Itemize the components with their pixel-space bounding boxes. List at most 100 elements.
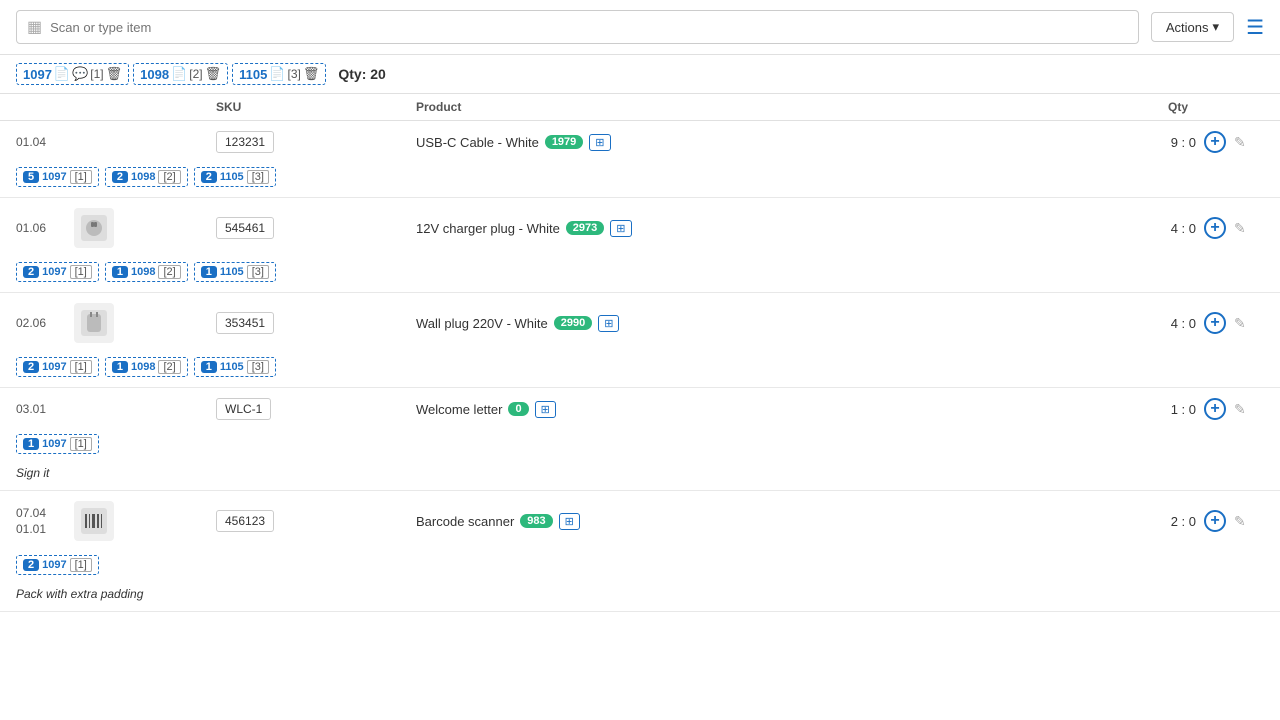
tag-num: 1	[112, 266, 128, 278]
product-edit-button[interactable]: ✎	[1234, 513, 1246, 530]
product-edit-button[interactable]: ✎	[1234, 401, 1246, 418]
product-tag[interactable]: 1 1097 [1]	[16, 434, 99, 454]
header-product: Product	[416, 100, 1084, 114]
product-sku-col: 456123	[216, 510, 416, 532]
product-tag[interactable]: 1 1098 [2]	[105, 357, 188, 377]
order-tab-1098[interactable]: 1098 📄 [2] 🗑	[133, 63, 228, 85]
product-name-col: 12V charger plug - White 2973 ⊞	[416, 220, 1084, 237]
tag-num: 1	[23, 438, 39, 450]
product-main-row: 02.06 353451 Wall plug 220V - White 2990…	[0, 293, 1280, 353]
product-tag[interactable]: 2 1097 [1]	[16, 262, 99, 282]
product-tags: 2 1097 [1]	[0, 551, 1280, 585]
product-row: 01.04 123231 USB-C Cable - White 1979 ⊞ …	[0, 121, 1280, 198]
product-name-text: Barcode scanner	[416, 514, 514, 529]
hamburger-icon[interactable]: ☰	[1246, 15, 1264, 40]
product-tag[interactable]: 2 1097 [1]	[16, 555, 99, 575]
products-container: 01.04 123231 USB-C Cable - White 1979 ⊞ …	[0, 121, 1280, 612]
product-add-button[interactable]: +	[1204, 217, 1226, 239]
tab-count-1105: [3]	[288, 67, 301, 81]
tab-doc-icon-1105: 📄	[269, 66, 285, 82]
tag-num: 2	[201, 171, 217, 183]
tab-delete-1098[interactable]: 🗑	[205, 66, 222, 82]
tag-num: 1	[201, 266, 217, 278]
product-expand-icon[interactable]: ⊞	[610, 220, 631, 237]
tag-id: 1105	[220, 171, 244, 183]
order-tab-1097[interactable]: 1097 📄 💬 [1] 🗑	[16, 63, 129, 85]
product-location-col: 02.06	[16, 303, 216, 343]
product-add-button[interactable]: +	[1204, 131, 1226, 153]
product-qty: 4 : 0	[1084, 221, 1204, 236]
table-header: SKU Product Qty	[0, 94, 1280, 121]
tag-count: [3]	[247, 170, 269, 184]
product-row: 01.06 545461 12V charger plug - White 29…	[0, 198, 1280, 293]
tag-num: 1	[112, 361, 128, 373]
product-qty: 9 : 0	[1084, 135, 1204, 150]
product-row: 07.0401.01 456123 Barcode scanner 983 ⊞ …	[0, 491, 1280, 612]
header-location	[16, 100, 216, 114]
tag-num: 2	[23, 266, 39, 278]
barcode-icon: ▦	[27, 17, 42, 37]
product-tags: 1 1097 [1]	[0, 430, 1280, 464]
product-name-text: USB-C Cable - White	[416, 135, 539, 150]
product-expand-icon[interactable]: ⊞	[559, 513, 580, 530]
product-name-text: 12V charger plug - White	[416, 221, 560, 236]
product-add-button[interactable]: +	[1204, 312, 1226, 334]
product-main-row: 01.04 123231 USB-C Cable - White 1979 ⊞ …	[0, 121, 1280, 163]
product-add-button[interactable]: +	[1204, 510, 1226, 532]
product-sku-col: WLC-1	[216, 398, 416, 420]
tab-chat-icon-1097: 💬	[72, 66, 88, 82]
product-tags: 5 1097 [1] 2 1098 [2] 2 1105 [3]	[0, 163, 1280, 197]
tab-id-1097[interactable]: 1097	[23, 67, 52, 82]
product-expand-icon[interactable]: ⊞	[589, 134, 610, 151]
tab-id-1105[interactable]: 1105	[239, 67, 267, 82]
product-badge: 2973	[566, 221, 604, 235]
tag-count: [1]	[70, 360, 92, 374]
scan-input[interactable]	[50, 20, 1128, 35]
tab-delete-1105[interactable]: 🗑	[303, 66, 320, 82]
tag-count: [2]	[158, 265, 180, 279]
tag-id: 1105	[220, 266, 244, 278]
product-expand-icon[interactable]: ⊞	[598, 315, 619, 332]
tag-id: 1097	[42, 266, 66, 278]
tab-delete-1097[interactable]: 🗑	[106, 66, 123, 82]
product-edit-button[interactable]: ✎	[1234, 220, 1246, 237]
tag-num: 1	[201, 361, 217, 373]
product-image	[74, 501, 114, 541]
tag-id: 1098	[131, 266, 155, 278]
product-edit-button[interactable]: ✎	[1234, 315, 1246, 332]
product-tags: 2 1097 [1] 1 1098 [2] 1 1105 [3]	[0, 258, 1280, 292]
product-name-col: USB-C Cable - White 1979 ⊞	[416, 134, 1084, 151]
product-row-actions: + ✎	[1204, 217, 1264, 239]
product-edit-button[interactable]: ✎	[1234, 134, 1246, 151]
tab-id-1098[interactable]: 1098	[140, 67, 169, 82]
tag-count: [2]	[158, 360, 180, 374]
tag-count: [2]	[158, 170, 180, 184]
product-tag[interactable]: 2 1098 [2]	[105, 167, 188, 187]
order-tab-1105[interactable]: 1105 📄 [3] 🗑	[232, 63, 326, 85]
tab-doc-icon-1098: 📄	[171, 66, 187, 82]
product-expand-icon[interactable]: ⊞	[535, 401, 556, 418]
tag-count: [3]	[247, 265, 269, 279]
tag-id: 1097	[42, 559, 66, 571]
product-tag[interactable]: 1 1105 [3]	[194, 262, 276, 282]
product-image	[74, 303, 114, 343]
product-location-col: 03.01	[16, 402, 216, 416]
product-badge: 983	[520, 514, 552, 528]
product-location: 07.04	[16, 506, 46, 520]
product-add-button[interactable]: +	[1204, 398, 1226, 420]
product-badge: 1979	[545, 135, 583, 149]
product-location: 01.01	[16, 522, 46, 536]
tag-num: 2	[112, 171, 128, 183]
product-tag[interactable]: 1 1098 [2]	[105, 262, 188, 282]
tag-id: 1097	[42, 361, 66, 373]
product-sku: 353451	[216, 312, 274, 334]
actions-button[interactable]: Actions ▾	[1151, 12, 1234, 42]
product-tag[interactable]: 1 1105 [3]	[194, 357, 276, 377]
top-bar: ▦ Actions ▾ ☰	[0, 0, 1280, 55]
product-tag[interactable]: 5 1097 [1]	[16, 167, 99, 187]
product-tag[interactable]: 2 1097 [1]	[16, 357, 99, 377]
product-tag[interactable]: 2 1105 [3]	[194, 167, 276, 187]
product-sku: 545461	[216, 217, 274, 239]
product-name-col: Barcode scanner 983 ⊞	[416, 513, 1084, 530]
product-image	[74, 208, 114, 248]
